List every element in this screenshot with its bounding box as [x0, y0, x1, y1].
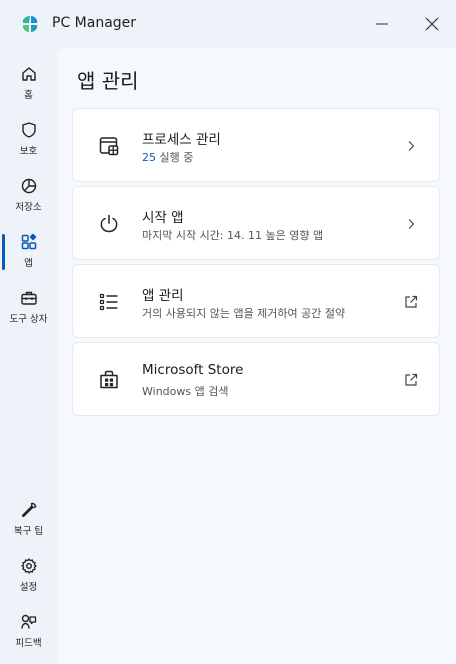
process-management-card[interactable]: 프로세스 관리 25 실행 중 — [72, 108, 440, 182]
wrench-icon — [21, 502, 36, 517]
toolbox-icon — [20, 291, 37, 305]
sidebar-item-label: 홈 — [24, 90, 33, 101]
store-icon — [100, 370, 118, 389]
apps-icon — [21, 233, 36, 250]
process-icon — [99, 137, 119, 156]
card-title: 앱 관리 — [142, 288, 184, 304]
page-title: 앱 관리 — [77, 69, 139, 93]
power-icon — [100, 214, 118, 233]
app-title: PC Manager — [52, 15, 137, 31]
card-title: 시작 앱 — [142, 210, 184, 226]
sidebar-item-label: 보호 — [19, 146, 38, 157]
microsoft-store-card[interactable]: Microsoft Store Windows 앱 검색 — [72, 342, 440, 416]
sidebar-item-label: 도구 상자 — [9, 314, 48, 325]
sidebar-item-repair-tips[interactable]: 복구 팁 — [0, 500, 57, 537]
gear-icon — [20, 558, 37, 574]
chevron-right-icon — [408, 141, 415, 151]
sidebar-item-toolbox[interactable]: 도구 상자 — [0, 288, 57, 325]
open-external-icon — [405, 373, 418, 386]
card-subtitle: 마지막 시작 시간: 14. 11 높은 영향 앱 — [142, 229, 324, 242]
sidebar-item-settings[interactable]: 설정 — [0, 556, 57, 593]
sidebar-item-label: 앱 — [24, 258, 33, 269]
sidebar-item-apps[interactable]: 앱 — [0, 232, 57, 269]
app-management-card[interactable]: 앱 관리 거의 사용되지 않는 앱을 제거하여 공간 절약 — [72, 264, 440, 338]
title-bar: PC Manager — [0, 0, 456, 48]
sidebar-item-label: 설정 — [19, 582, 38, 593]
card-subtitle: Windows 앱 검색 — [142, 385, 229, 398]
card-subtitle-text: 실행 중 — [156, 151, 194, 164]
app-window: PC Manager 홈 보호 저장소 앱 도구 상자 복구 팁 설정 피드백 … — [0, 0, 456, 664]
chevron-right-icon — [408, 219, 415, 229]
sidebar-item-protection[interactable]: 보호 — [0, 120, 57, 157]
sidebar-item-feedback[interactable]: 피드백 — [0, 612, 57, 649]
sidebar-item-storage[interactable]: 저장소 — [0, 176, 57, 213]
minimize-button[interactable] — [368, 10, 396, 38]
open-external-icon — [405, 295, 418, 308]
sidebar-item-label: 저장소 — [15, 202, 42, 213]
main-content: 앱 관리 프로세스 관리 25 실행 중 시작 앱 마지막 시작 시간: 14.… — [57, 48, 456, 664]
feedback-icon — [20, 614, 36, 629]
shield-icon — [21, 122, 36, 138]
close-button[interactable] — [418, 10, 446, 38]
card-title: 프로세스 관리 — [142, 132, 221, 148]
minimize-icon — [376, 23, 388, 25]
pie-chart-icon — [21, 178, 36, 194]
card-title: Microsoft Store — [142, 362, 244, 378]
startup-apps-card[interactable]: 시작 앱 마지막 시작 시간: 14. 11 높은 영향 앱 — [72, 186, 440, 260]
close-icon — [425, 17, 439, 31]
sidebar-item-label: 피드백 — [15, 638, 42, 649]
sidebar: 홈 보호 저장소 앱 도구 상자 복구 팁 설정 피드백 — [0, 48, 57, 664]
list-icon — [99, 293, 118, 311]
running-count: 25 — [142, 151, 156, 164]
pc-manager-logo-icon — [22, 16, 38, 32]
card-subtitle: 25 실행 중 — [142, 149, 193, 165]
card-subtitle: 거의 사용되지 않는 앱을 제거하여 공간 절약 — [142, 307, 346, 320]
home-icon — [21, 67, 36, 81]
sidebar-item-home[interactable]: 홈 — [0, 64, 57, 101]
sidebar-item-label: 복구 팁 — [13, 526, 44, 537]
